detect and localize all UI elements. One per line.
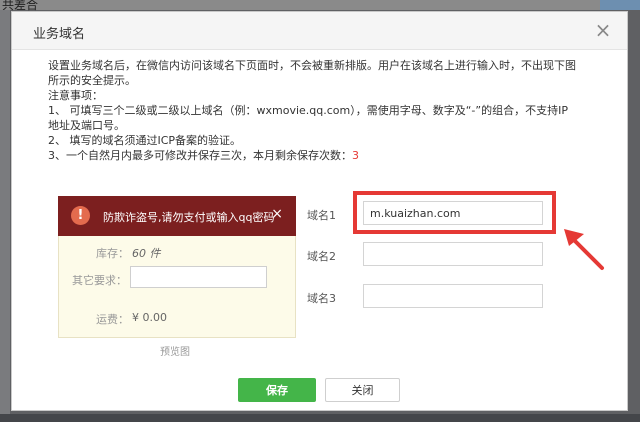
preview-caption: 预览图	[160, 347, 190, 358]
shipping-value: ¥ 0.00	[132, 311, 167, 324]
remaining-save-count: 3	[352, 149, 359, 162]
notice-item-1: 1、 可填写三个二级或二级以上域名（例：wxmovie.qq.com），需使用字…	[48, 104, 568, 132]
stock-value: 60 件	[132, 247, 161, 260]
domain-1-label: 域名1	[307, 209, 336, 222]
notice-item-3-text: 3、一个自然月内最多可修改并保存三次，本月剩余保存次数：	[48, 149, 352, 162]
warning-icon: !	[71, 206, 90, 225]
notice-item-2: 2、 填写的域名须通过ICP备案的验证。	[48, 134, 242, 147]
close-icon[interactable]: ×	[593, 20, 613, 40]
other-requirements-input	[130, 266, 267, 288]
close-button[interactable]: 关闭	[325, 378, 400, 402]
security-warning-banner: ! 防欺诈盗号,请勿支付或输入qq密码 ×	[58, 196, 296, 236]
background-header-strip: 共差合	[0, 0, 640, 12]
background-bottom-strip	[0, 414, 640, 422]
warning-text: 防欺诈盗号,请勿支付或输入qq密码	[103, 211, 275, 224]
domain-3-label: 域名3	[307, 292, 336, 305]
domain-2-input[interactable]	[363, 242, 543, 266]
annotation-highlight-box	[353, 191, 556, 234]
background-left-strip	[0, 10, 10, 422]
notice-heading: 注意事项：	[48, 89, 103, 102]
dialog-title: 业务域名	[33, 27, 86, 42]
save-button[interactable]: 保存	[238, 378, 316, 402]
notice-item-3: 3、一个自然月内最多可修改并保存三次，本月剩余保存次数：3	[48, 148, 578, 163]
warning-close-icon: ×	[271, 206, 283, 222]
domain-3-input[interactable]	[363, 284, 543, 308]
stock-label: 库存：	[96, 247, 129, 260]
annotation-arrow-icon	[564, 229, 604, 270]
shipping-label: 运费：	[96, 313, 129, 326]
domain-2-label: 域名2	[307, 250, 336, 263]
dialog-header: 业务域名 ×	[12, 12, 627, 50]
notice-text: 设置业务域名后，在微信内访问该域名下页面时，不会被重新排版。用户在该域名上进行输…	[48, 58, 578, 163]
background-header-accent	[600, 0, 640, 10]
notice-intro: 设置业务域名后，在微信内访问该域名下页面时，不会被重新排版。用户在该域名上进行输…	[48, 59, 576, 87]
other-requirements-label: 其它要求：	[72, 274, 127, 287]
